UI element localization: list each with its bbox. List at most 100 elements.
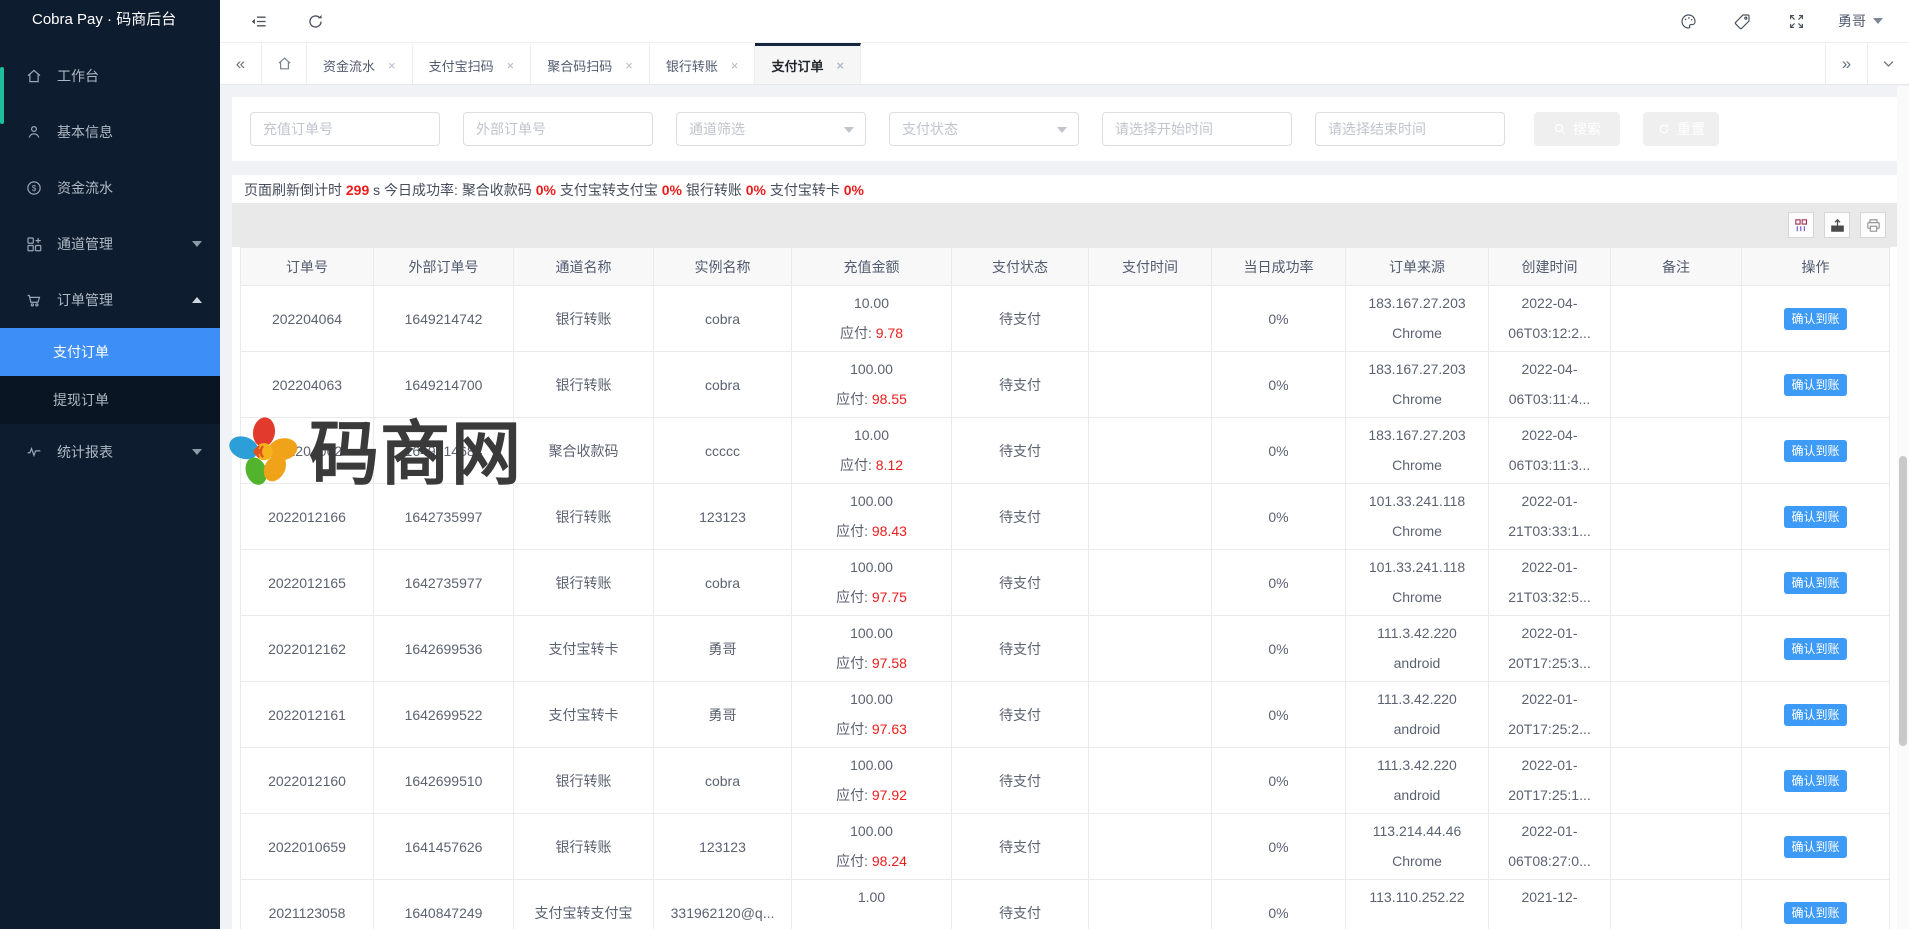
confirm-receipt-button[interactable]: 确认到账 <box>1784 506 1846 528</box>
close-icon[interactable]: × <box>388 58 396 73</box>
fullscreen-icon[interactable] <box>1784 9 1808 33</box>
sidebar: Cobra Pay · 码商后台 工作台基本信息$资金流水通道管理订单管理支付订… <box>0 0 220 929</box>
cell-remark <box>1611 616 1742 682</box>
sidebar-item-pay-orders[interactable]: 支付订单 <box>0 328 220 376</box>
tab-label: 资金流水 <box>323 56 375 75</box>
home-tab[interactable] <box>262 43 307 84</box>
sidebar-item-label: 工作台 <box>57 66 99 86</box>
orders-table-wrap: 订单号外部订单号通道名称实例名称充值金额支付状态支付时间当日成功率订单来源创建时… <box>232 247 1897 929</box>
filter-select-channel-filter[interactable]: 通道筛选 <box>676 112 866 146</box>
sidebar-nav: 工作台基本信息$资金流水通道管理订单管理支付订单提现订单统计报表 <box>0 40 220 480</box>
tab-pay-orders[interactable]: 支付订单 × <box>755 43 861 84</box>
confirm-receipt-button[interactable]: 确认到账 <box>1784 572 1846 594</box>
refresh-icon[interactable] <box>303 9 327 33</box>
user-menu[interactable]: 勇哥 <box>1838 11 1883 31</box>
rate-name: 支付宝转支付宝 <box>560 182 662 198</box>
cell-status: 待支付 <box>952 682 1089 748</box>
close-icon[interactable]: × <box>731 58 739 73</box>
cell-created: 2022-04-06T03:11:4... <box>1489 352 1611 418</box>
select-placeholder: 通道筛选 <box>689 119 745 139</box>
sidebar-item-withdraw-orders[interactable]: 提现订单 <box>0 376 220 424</box>
cell-action: 确认到账 <box>1742 418 1890 484</box>
close-icon[interactable]: × <box>507 58 515 73</box>
cell-instance: 勇哥 <box>654 616 792 682</box>
sidebar-item-funds-flow[interactable]: $资金流水 <box>0 160 220 216</box>
filter-bar: 通道筛选 支付状态 搜索 重置 <box>232 97 1897 161</box>
cell-action: 确认到账 <box>1742 286 1890 352</box>
filter-input-external-order-no[interactable] <box>463 112 653 146</box>
cell-ext-no: 1649214742 <box>374 286 514 352</box>
sidebar-item-channel-mgmt[interactable]: 通道管理 <box>0 216 220 272</box>
tab-alipay-scan[interactable]: 支付宝扫码× <box>413 43 532 84</box>
print-button[interactable] <box>1860 212 1886 238</box>
column-filter-button[interactable] <box>1788 212 1814 238</box>
reset-button[interactable]: 重置 <box>1643 112 1719 146</box>
cell-ext-no: 1642699536 <box>374 616 514 682</box>
sidebar-item-workbench[interactable]: 工作台 <box>0 48 220 104</box>
table-row: 2022040621649214684聚合收款码ccccc10.00应付: 8.… <box>241 418 1890 484</box>
cell-rate: 0% <box>1212 682 1346 748</box>
confirm-receipt-button[interactable]: 确认到账 <box>1784 770 1846 792</box>
filter-input-end-time[interactable] <box>1315 112 1505 146</box>
search-button[interactable]: 搜索 <box>1534 112 1620 146</box>
sidebar-subitem-label: 支付订单 <box>53 342 109 362</box>
topbar-left <box>220 9 327 33</box>
filter-input-recharge-order-no[interactable] <box>250 112 440 146</box>
tab-bank-transfer[interactable]: 银行转账× <box>650 43 756 84</box>
cell-created: 2022-04-06T03:12:2... <box>1489 286 1611 352</box>
tabs-scroll-right-button[interactable]: » <box>1825 43 1867 84</box>
sidebar-item-basic-info[interactable]: 基本信息 <box>0 104 220 160</box>
cell-source: 183.167.27.203Chrome <box>1346 286 1489 352</box>
cell-ext-no: 1649214684 <box>374 418 514 484</box>
chevron-up-icon <box>192 297 202 303</box>
confirm-receipt-button[interactable]: 确认到账 <box>1784 440 1846 462</box>
tab-aggregate-scan[interactable]: 聚合码扫码 × <box>531 43 650 84</box>
sidebar-item-order-mgmt[interactable]: 订单管理 <box>0 272 220 328</box>
tabs-scroll-left-button[interactable]: « <box>220 43 262 84</box>
export-button[interactable] <box>1824 212 1850 238</box>
cell-created: 2021-12- <box>1489 880 1611 929</box>
collapse-menu-icon[interactable] <box>246 9 270 33</box>
confirm-receipt-button[interactable]: 确认到账 <box>1784 308 1846 330</box>
cell-status: 待支付 <box>952 616 1089 682</box>
confirm-receipt-button[interactable]: 确认到账 <box>1784 836 1846 858</box>
tabbar-spacer <box>861 43 1825 84</box>
cell-order-no: 2021123058 <box>241 880 374 929</box>
cell-order-no: 2022012165 <box>241 550 374 616</box>
confirm-receipt-button[interactable]: 确认到账 <box>1784 374 1846 396</box>
cell-action: 确认到账 <box>1742 616 1890 682</box>
cell-amount: 100.00应付: 97.75 <box>792 550 952 616</box>
tag-icon[interactable] <box>1730 9 1754 33</box>
scrollbar-thumb[interactable] <box>1899 456 1907 746</box>
tab-funds-flow[interactable]: 资金流水 × <box>307 43 413 84</box>
chevron-down-icon <box>192 449 202 455</box>
cell-ext-no: 1642735997 <box>374 484 514 550</box>
confirm-receipt-button[interactable]: 确认到账 <box>1784 704 1846 726</box>
confirm-receipt-button[interactable]: 确认到账 <box>1784 638 1846 660</box>
tab-label: 支付订单 <box>771 56 823 75</box>
filter-select-pay-status[interactable]: 支付状态 <box>889 112 1079 146</box>
cell-order-no: 2022012161 <box>241 682 374 748</box>
cell-order-no: 2022012162 <box>241 616 374 682</box>
cell-ext-no: 1649214700 <box>374 352 514 418</box>
cell-pay-time <box>1089 550 1212 616</box>
refresh-status-line: 页面刷新倒计时 299 s 今日成功率: 聚合收款码 0% 支付宝转支付宝 0%… <box>244 179 1897 201</box>
cell-created: 2022-01-20T17:25:1... <box>1489 748 1611 814</box>
cell-order-no: 202204063 <box>241 352 374 418</box>
tab-label: 聚合码扫码 <box>547 56 612 75</box>
palette-icon[interactable] <box>1676 9 1700 33</box>
column-header: 支付时间 <box>1089 248 1212 286</box>
chevron-down-icon <box>844 127 854 133</box>
table-row: 20220121621642699536支付宝转卡勇哥100.00应付: 97.… <box>241 616 1890 682</box>
cell-pay-time <box>1089 418 1212 484</box>
close-icon[interactable]: × <box>625 58 633 73</box>
tabs-menu-button[interactable] <box>1867 43 1909 84</box>
sidebar-item-stats-report[interactable]: 统计报表 <box>0 424 220 480</box>
sidebar-subitem-label: 提现订单 <box>53 390 109 410</box>
confirm-receipt-button[interactable]: 确认到账 <box>1784 902 1846 924</box>
order-icon <box>25 291 43 309</box>
cell-action: 确认到账 <box>1742 484 1890 550</box>
close-icon[interactable]: × <box>836 58 844 73</box>
filter-input-start-time[interactable] <box>1102 112 1292 146</box>
cell-instance: 勇哥 <box>654 682 792 748</box>
